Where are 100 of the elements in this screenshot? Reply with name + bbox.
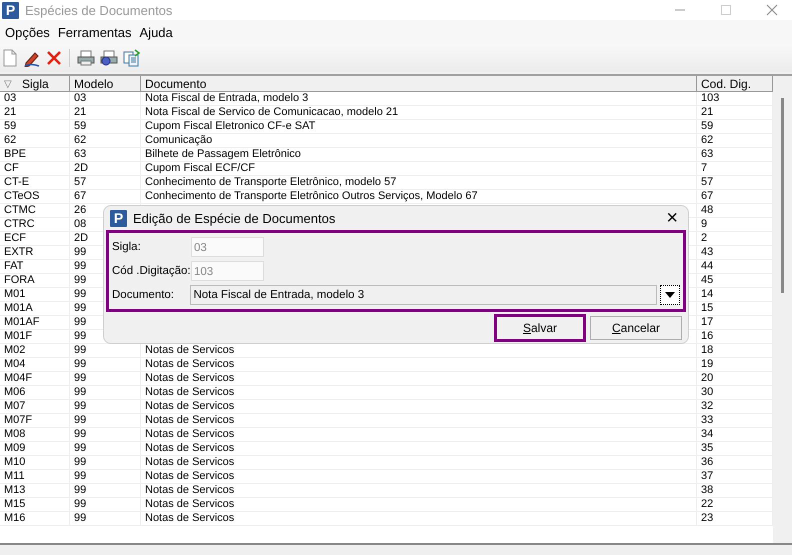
table-cell: Notas de Servicos xyxy=(145,442,234,454)
table-cell: Notas de Servicos xyxy=(145,386,234,398)
table-cell: 59 xyxy=(701,120,714,132)
table-cell: Notas de Servicos xyxy=(145,498,234,510)
column-header[interactable]: Documento xyxy=(141,76,697,92)
table-cell: 7 xyxy=(701,162,708,174)
table-cell: 99 xyxy=(74,442,86,454)
table-cell: 48 xyxy=(701,204,714,216)
table-cell: 08 xyxy=(74,218,86,230)
table-cell: 30 xyxy=(701,386,714,398)
table-cell: 21 xyxy=(4,106,16,118)
table-cell: M10 xyxy=(4,456,26,468)
delete-icon[interactable] xyxy=(46,50,62,66)
table-cell: Cupom Fiscal ECF/CF xyxy=(145,162,256,174)
table-cell: M01A xyxy=(4,302,33,314)
scrollbar-thumb[interactable] xyxy=(781,98,784,293)
table-cell: 2D xyxy=(74,232,88,244)
table-cell: 23 xyxy=(701,512,714,524)
table-cell: M15 xyxy=(4,498,26,510)
menu-item[interactable]: Opções xyxy=(5,24,50,40)
table-cell: 67 xyxy=(701,190,714,202)
dropdown-button[interactable] xyxy=(660,285,680,305)
table-cell: Bilhete de Passagem Eletrônico xyxy=(145,148,301,160)
table-cell: 99 xyxy=(74,274,86,286)
table-cell: 57 xyxy=(74,176,86,188)
table-cell: 21 xyxy=(701,106,714,118)
printer-icon[interactable] xyxy=(77,50,95,66)
table-cell: CTeOS xyxy=(4,190,40,202)
table-cell: 62 xyxy=(74,134,86,146)
table-cell: 2D xyxy=(74,162,88,174)
table-cell: Notas de Servicos xyxy=(145,512,234,524)
table-cell: M13 xyxy=(4,484,26,496)
table-cell: 63 xyxy=(701,148,714,160)
table-cell: M01 xyxy=(4,288,26,300)
table-cell: 21 xyxy=(74,106,86,118)
table-cell: CTRC xyxy=(4,218,35,230)
table-cell: 99 xyxy=(74,484,86,496)
table-cell: 45 xyxy=(701,274,714,286)
table-cell: Notas de Servicos xyxy=(145,344,234,356)
table-cell: 99 xyxy=(74,302,86,314)
table-cell: 34 xyxy=(701,428,714,440)
table-cell: 20 xyxy=(701,372,714,384)
close-button[interactable]: × xyxy=(666,206,678,230)
dialog-button[interactable]: Cancelar xyxy=(590,316,682,340)
table-cell: 99 xyxy=(74,512,86,524)
window-title: Espécies de Documentos xyxy=(25,2,174,18)
table-cell: FAT xyxy=(4,260,24,272)
table-cell: 03 xyxy=(4,92,16,104)
table-cell: M08 xyxy=(4,428,26,440)
table-cell: 99 xyxy=(74,246,86,258)
table-cell: 99 xyxy=(74,330,86,342)
table-cell: 26 xyxy=(74,204,86,216)
table-cell: 99 xyxy=(74,358,86,370)
table-cell: M04 xyxy=(4,358,26,370)
table-cell: 99 xyxy=(74,316,86,328)
table-cell: 99 xyxy=(74,288,86,300)
table-cell: 99 xyxy=(74,456,86,468)
new-document-icon[interactable] xyxy=(2,49,18,67)
table-cell: Notas de Servicos xyxy=(145,400,234,412)
table-cell: 99 xyxy=(74,428,86,440)
table-cell: 67 xyxy=(74,190,86,202)
table-cell: Notas de Servicos xyxy=(145,470,234,482)
dropdown-field[interactable]: Nota Fiscal de Entrada, modelo 3 xyxy=(190,285,658,305)
table-cell: EXTR xyxy=(4,246,34,258)
table-cell: Nota Fiscal de Servico de Comunicacao, modelo 21 xyxy=(145,106,398,118)
dialog-button[interactable]: Salvar xyxy=(494,314,586,342)
table-cell: 15 xyxy=(701,302,714,314)
copy-icon[interactable] xyxy=(123,49,141,67)
menu-item[interactable]: Ajuda xyxy=(140,24,173,40)
table-cell: Notas de Servicos xyxy=(145,414,234,426)
table-cell: 18 xyxy=(701,344,714,356)
table-cell: Notas de Servicos xyxy=(145,428,234,440)
column-header[interactable]: Modelo xyxy=(70,76,141,92)
table-cell: 99 xyxy=(74,344,86,356)
field-label: Cód .Digitação: xyxy=(112,265,191,277)
table-cell: 63 xyxy=(74,148,86,160)
column-title: Sigla xyxy=(22,76,49,90)
table-cell: M01F xyxy=(4,330,32,342)
column-header[interactable]: ▽ Sigla xyxy=(0,76,70,92)
column-title: Cod. Dig. xyxy=(701,76,752,90)
table-cell: 38 xyxy=(701,484,714,496)
table-cell: 62 xyxy=(701,134,714,146)
table-cell: 14 xyxy=(701,288,714,300)
table-cell: 99 xyxy=(74,386,86,398)
close-icon[interactable] xyxy=(766,4,778,16)
table-cell: 57 xyxy=(701,176,714,188)
table-cell: M04F xyxy=(4,372,32,384)
caret-icon xyxy=(665,292,676,298)
table-cell: Notas de Servicos xyxy=(145,484,234,496)
table-cell: M02 xyxy=(4,344,26,356)
menu-item[interactable]: Ferramentas xyxy=(58,24,132,40)
table-cell: Nota Fiscal de Entrada, modelo 3 xyxy=(145,92,308,104)
table-cell: 19 xyxy=(701,358,714,370)
table-cell: 99 xyxy=(74,470,86,482)
app-logo: P xyxy=(2,2,19,18)
table-cell: M11 xyxy=(4,470,25,482)
table-cell: 99 xyxy=(74,400,86,412)
table-cell: FORA xyxy=(4,274,35,286)
table-cell: 59 xyxy=(4,120,16,132)
table-cell: 22 xyxy=(701,498,714,510)
